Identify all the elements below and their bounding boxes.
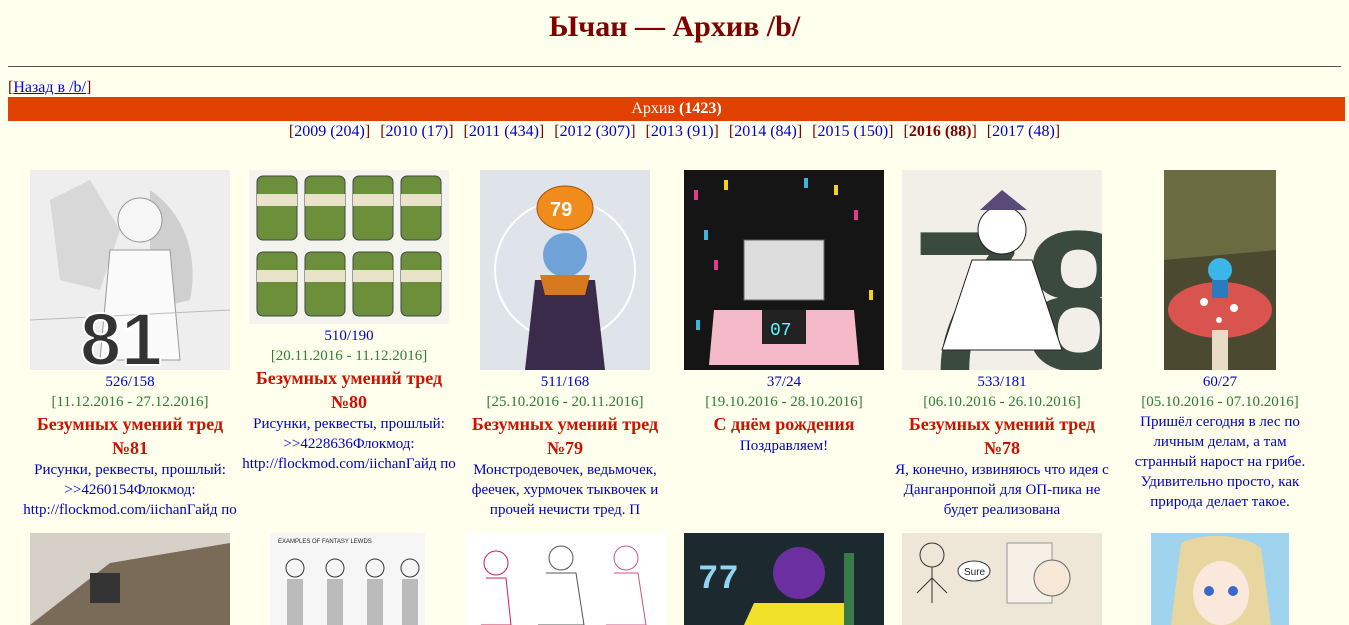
year-link-2012[interactable]: [2012 (307)] <box>554 123 635 141</box>
thread-thumbnail[interactable] <box>1151 533 1289 625</box>
thread-dates: [11.12.2016 - 27.12.2016] <box>51 394 209 410</box>
year-link-2010[interactable]: [2010 (17)] <box>380 123 453 141</box>
thread-title[interactable]: Безумных умений тред №79 <box>452 412 678 460</box>
thread-thumbnail[interactable] <box>30 533 230 625</box>
svg-text:EXAMPLES OF FANTASY LEWDS: EXAMPLES OF FANTASY LEWDS <box>278 539 372 545</box>
thread-card: 60/27 [05.10.2016 - 07.10.2016] Пришёл с… <box>1107 170 1333 512</box>
thread-thumbnail[interactable]: 81 <box>30 170 230 370</box>
archive-label: Архив <box>631 100 679 117</box>
archive-count: (1423) <box>679 100 722 117</box>
svg-text:Sure: Sure <box>964 567 986 578</box>
post-counts: 37/24 <box>766 374 802 390</box>
thread-dates: [19.10.2016 - 28.10.2016] <box>705 394 863 410</box>
year-link-2017[interactable]: [2017 (48)] <box>987 123 1060 141</box>
thread-thumbnail[interactable]: 79 <box>480 170 650 370</box>
thread-title[interactable]: Безумных умений тред №78 <box>889 412 1115 460</box>
thread-title[interactable]: Безумных умений тред №80 <box>236 366 462 414</box>
thread-thumbnail[interactable]: Sure <box>902 533 1102 625</box>
year-navigation: [2009 (204)] [2010 (17)] [2011 (434)] [2… <box>0 123 1349 141</box>
year-link-2014[interactable]: [2014 (84)] <box>729 123 802 141</box>
thread-dates: [05.10.2016 - 07.10.2016] <box>1141 394 1299 410</box>
year-current-2016: [2016 (88)] <box>903 123 977 140</box>
thread-thumbnail[interactable] <box>249 170 449 324</box>
thread-description: Монстродевочек, ведьмочек, феечек, хурмо… <box>471 462 659 518</box>
thread-description: Поздравляем! <box>739 438 829 454</box>
thread-dates: [20.11.2016 - 11.12.2016] <box>270 348 428 364</box>
thread-dates: [25.10.2016 - 20.11.2016] <box>486 394 644 410</box>
post-counts: 533/181 <box>977 374 1027 390</box>
post-counts: 510/190 <box>324 328 374 344</box>
thread-thumbnail[interactable] <box>466 533 666 625</box>
bracket-close: ] <box>86 79 92 96</box>
year-link-2011[interactable]: [2011 (434)] <box>464 123 545 141</box>
thread-card: 07 37/24 [19.10.2016 - 28.10.2016] С днё… <box>671 170 897 456</box>
thread-title[interactable]: С днём рождения <box>671 412 897 436</box>
thread-description: Я, конечно, извиняюсь что идея с Данганр… <box>895 462 1109 518</box>
svg-text:79: 79 <box>550 199 572 221</box>
thread-dates: [06.10.2016 - 26.10.2016] <box>923 394 1081 410</box>
thread-description: Пришёл сегодня в лес по личным делам, а … <box>1134 414 1306 510</box>
thread-title[interactable]: Безумных умений тред №81 <box>17 412 243 460</box>
back-link-line: [Назад в /b/] <box>8 79 91 97</box>
svg-text:81: 81 <box>80 298 162 370</box>
svg-text:07: 07 <box>770 321 792 341</box>
divider <box>8 66 1341 67</box>
year-link-2013[interactable]: [2013 (91)] <box>646 123 719 141</box>
thread-thumbnail[interactable]: 07 <box>684 170 884 370</box>
year-link-2015[interactable]: [2015 (150)] <box>812 123 893 141</box>
thread-thumbnail[interactable] <box>1164 170 1276 370</box>
thread-card: 79 511/168 [25.10.2016 - 20.11.2016] Без… <box>452 170 678 518</box>
thread-card: 81 526/158 [11.12.2016 - 27.12.2016] Без… <box>17 170 243 518</box>
year-link-2009[interactable]: [2009 (204)] <box>289 123 370 141</box>
svg-text:77: 77 <box>698 561 739 599</box>
page-title: Ычан — Архив /b/ <box>548 10 801 43</box>
thread-card: 78 533/181 [06.10.2016 - 26.10.2016] Без… <box>889 170 1115 518</box>
back-to-b-link[interactable]: Назад в /b/ <box>13 79 86 96</box>
thread-thumbnail[interactable]: 78 <box>902 170 1102 370</box>
thread-thumbnail[interactable]: 77 <box>684 533 884 625</box>
post-counts: 526/158 <box>105 374 155 390</box>
thread-thumbnail[interactable]: EXAMPLES OF FANTASY LEWDS <box>270 533 425 625</box>
thread-description: Рисунки, реквесты, прошлый: >>4260154Фло… <box>23 462 237 518</box>
thread-description: Рисунки, реквесты, прошлый: >>4228636Фло… <box>242 416 456 472</box>
archive-header-bar: Архив (1423) <box>8 97 1345 121</box>
post-counts: 60/27 <box>1202 374 1238 390</box>
thread-card: 510/190 [20.11.2016 - 11.12.2016] Безумн… <box>236 170 462 474</box>
post-counts: 511/168 <box>540 374 590 390</box>
